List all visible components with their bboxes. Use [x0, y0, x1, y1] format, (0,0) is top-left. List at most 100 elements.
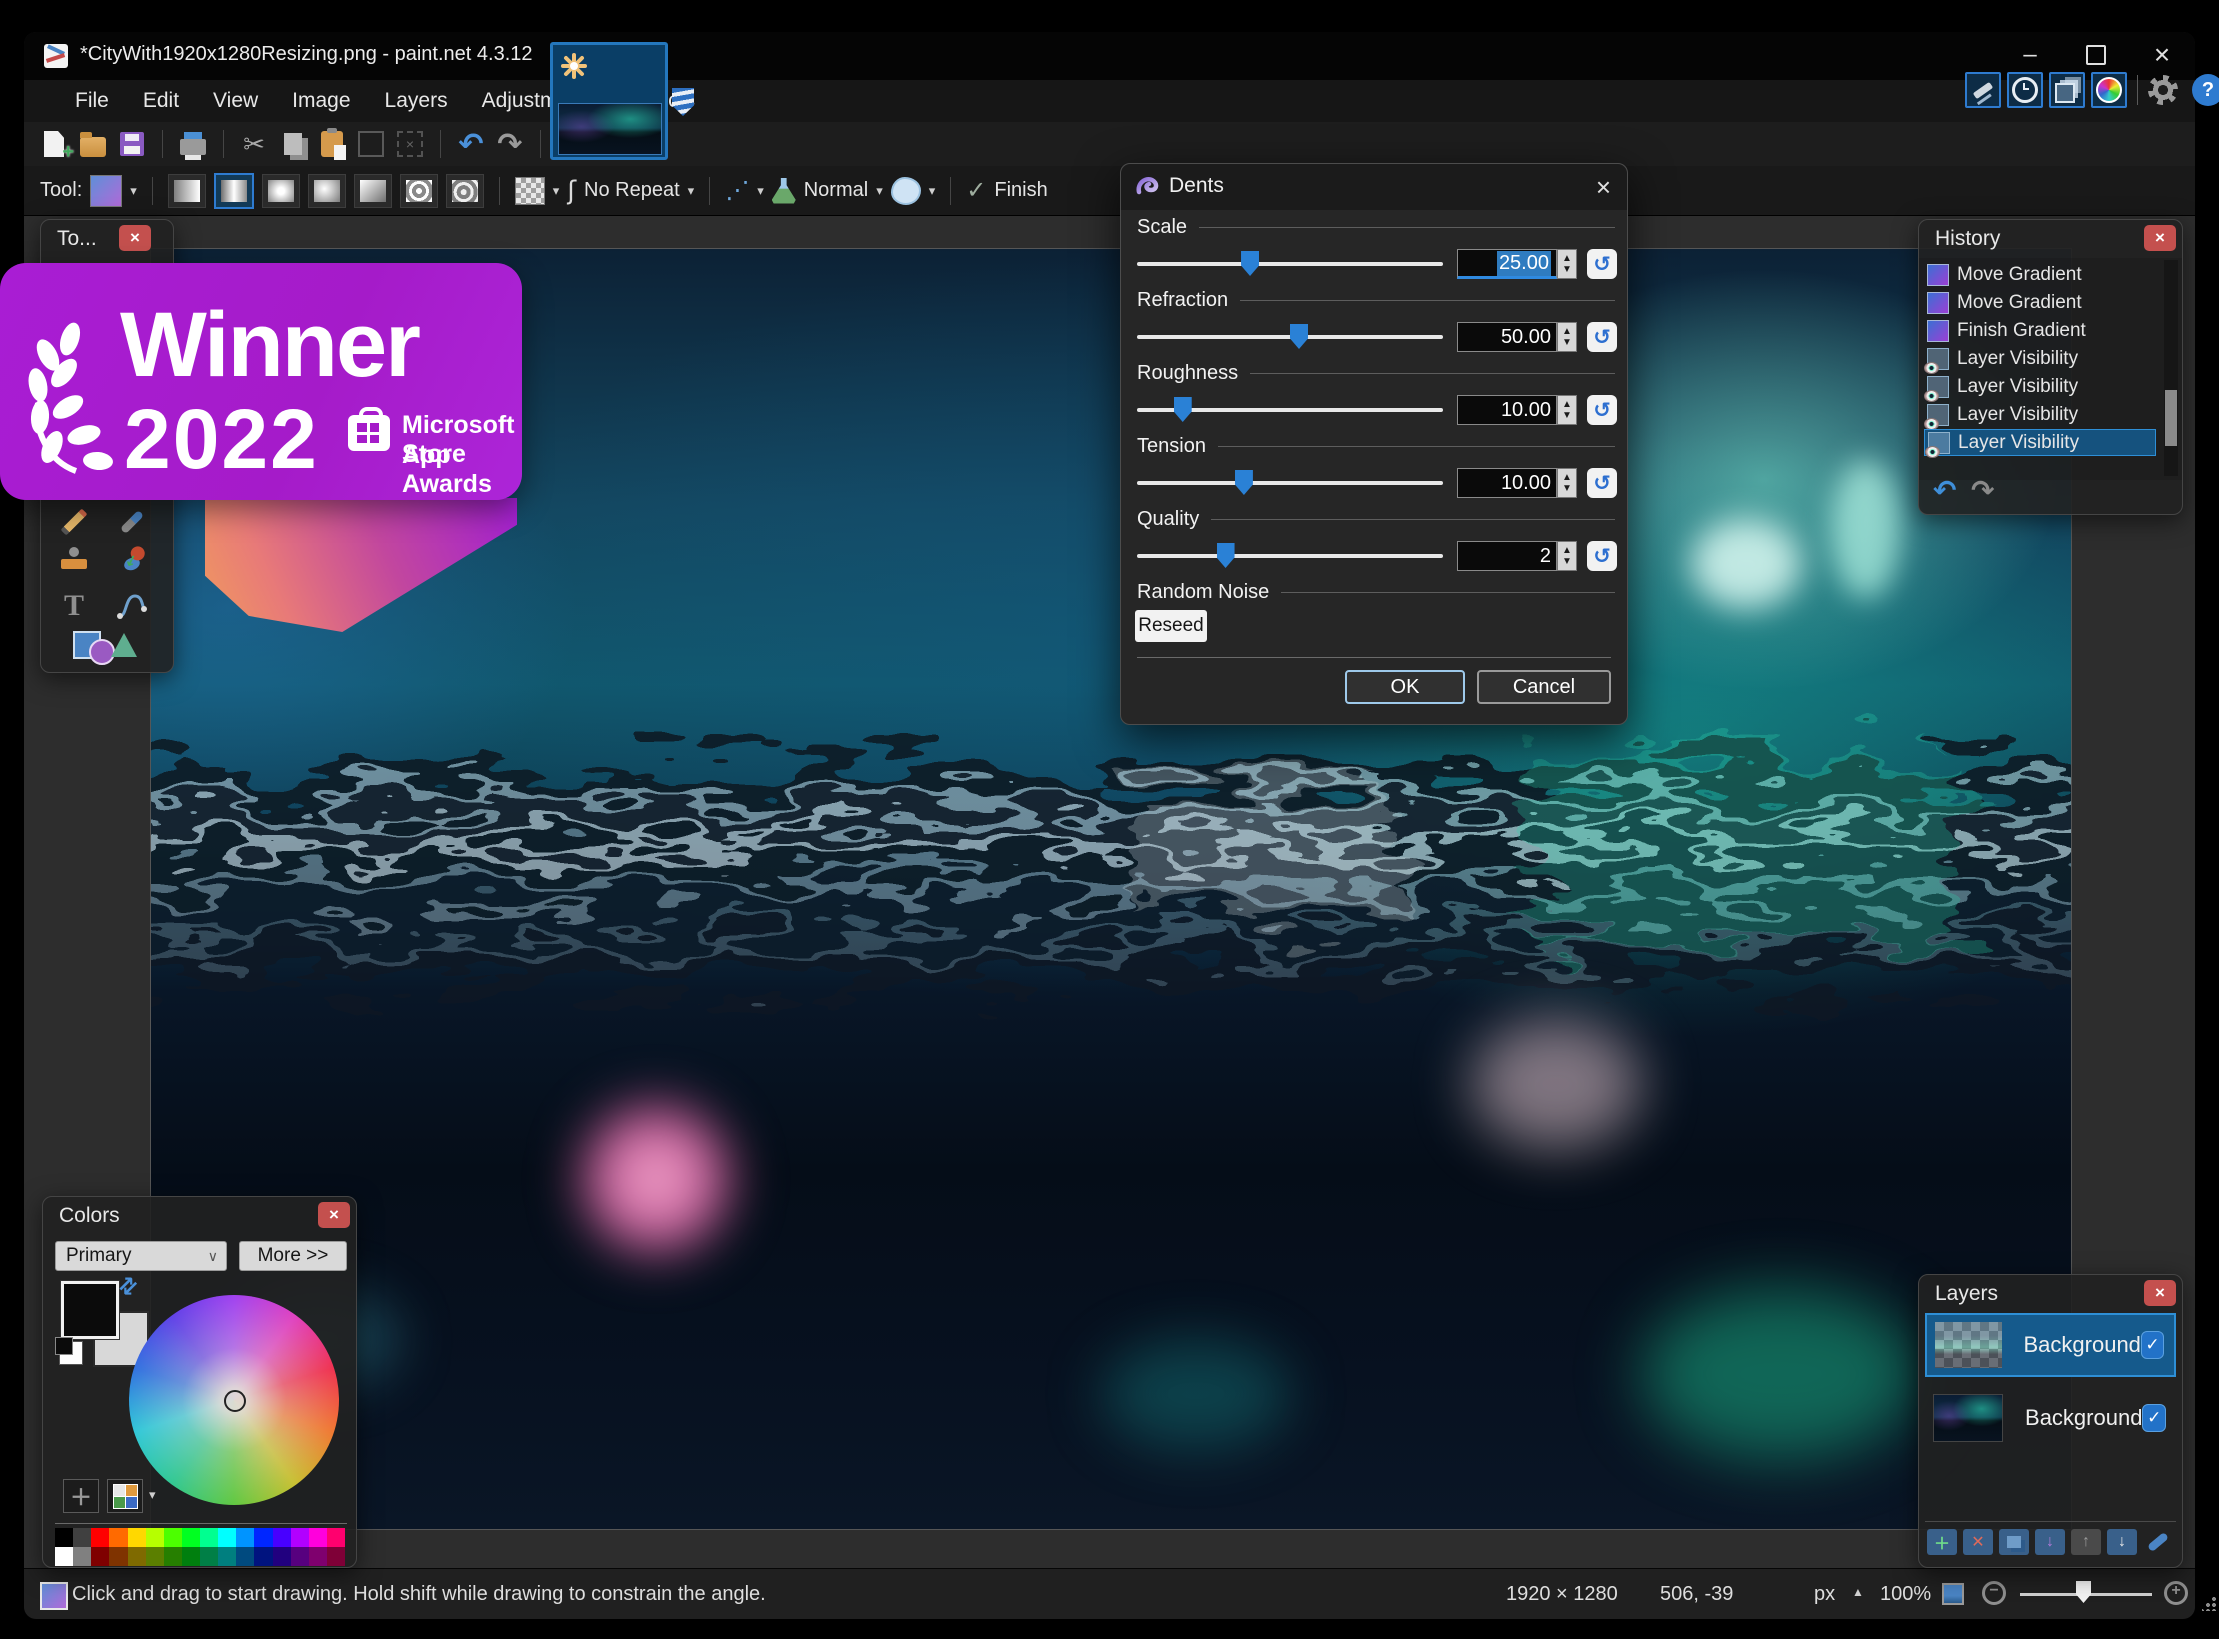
- menu-layers[interactable]: Layers: [368, 80, 465, 122]
- quality-slider-thumb[interactable]: [1217, 543, 1235, 568]
- reseed-button[interactable]: Reseed: [1135, 610, 1207, 642]
- colors-panel-close-icon[interactable]: ×: [318, 1202, 350, 1228]
- tool-clone-stamp[interactable]: [53, 546, 95, 582]
- tool-dropdown-icon[interactable]: ▾: [130, 183, 137, 199]
- repeat-dropdown-icon[interactable]: ▾: [688, 183, 695, 199]
- zoom-in-icon[interactable]: +: [2164, 1581, 2188, 1605]
- cut-icon[interactable]: ✂: [238, 128, 270, 160]
- palette-swatch[interactable]: [164, 1528, 182, 1547]
- palette-swatch[interactable]: [200, 1528, 218, 1547]
- layer-visible-checkbox[interactable]: ✓: [2142, 1404, 2166, 1432]
- tools-panel-close-icon[interactable]: ×: [119, 225, 151, 251]
- history-scrollbar-thumb[interactable]: [2165, 390, 2177, 446]
- roughness-value-input[interactable]: 10.00: [1457, 395, 1557, 425]
- gradient-spiral-ccw-button[interactable]: [446, 174, 484, 208]
- image-tab[interactable]: [550, 42, 668, 160]
- layer-visible-checkbox[interactable]: ✓: [2141, 1331, 2164, 1359]
- colors-toggle-button[interactable]: [2091, 72, 2127, 108]
- layer-row-bottom[interactable]: Background ✓: [1925, 1387, 2176, 1449]
- more-button[interactable]: More >>: [239, 1241, 347, 1271]
- default-colors-icon[interactable]: [59, 1341, 83, 1365]
- palette-swatch[interactable]: [146, 1547, 164, 1566]
- scale-value-input[interactable]: 25.00: [1457, 249, 1557, 279]
- history-item[interactable]: Finish Gradient: [1924, 317, 2152, 344]
- palette-swatch[interactable]: [309, 1528, 327, 1547]
- color-mode-select[interactable]: Primary ∨: [55, 1241, 227, 1271]
- palette-swatch[interactable]: [309, 1547, 327, 1566]
- color-wheel[interactable]: [129, 1295, 339, 1505]
- scale-slider[interactable]: [1137, 262, 1443, 266]
- open-icon[interactable]: [77, 128, 109, 160]
- tool-text[interactable]: T: [53, 588, 95, 624]
- palette-swatch[interactable]: [254, 1547, 272, 1566]
- unit-dropdown-icon[interactable]: ▲: [1852, 1585, 1864, 1599]
- tension-value-input[interactable]: 10.00: [1457, 468, 1557, 498]
- duplicate-layer-button[interactable]: [1999, 1529, 2029, 1555]
- repeat-mode-value[interactable]: No Repeat: [584, 179, 680, 202]
- palette-swatch[interactable]: [182, 1547, 200, 1566]
- deselect-icon[interactable]: ×: [394, 128, 426, 160]
- blend-mode-value[interactable]: Normal: [804, 179, 868, 202]
- gradient-reflected-button[interactable]: [214, 173, 254, 209]
- history-item[interactable]: Layer Visibility: [1924, 345, 2152, 372]
- selection-blob-icon[interactable]: [891, 177, 921, 205]
- tension-slider-thumb[interactable]: [1235, 470, 1253, 495]
- palette-swatch[interactable]: [91, 1547, 109, 1566]
- move-layer-down-button[interactable]: ↓: [2107, 1529, 2137, 1555]
- scale-slider-thumb[interactable]: [1241, 251, 1259, 276]
- palette-swatch[interactable]: [273, 1547, 291, 1566]
- palette-swatch[interactable]: [236, 1547, 254, 1566]
- scale-spinner[interactable]: ▲▼: [1557, 249, 1577, 279]
- history-item[interactable]: Move Gradient: [1924, 289, 2152, 316]
- layer-row-top[interactable]: Background ✓: [1925, 1313, 2176, 1377]
- palette-menu-button[interactable]: [107, 1479, 143, 1513]
- quality-slider[interactable]: [1137, 554, 1443, 558]
- quality-spinner[interactable]: ▲▼: [1557, 541, 1577, 571]
- gradient-tool-swatch[interactable]: [90, 175, 122, 207]
- gradient-linear-button[interactable]: [168, 174, 206, 208]
- finish-button[interactable]: Finish: [994, 179, 1047, 202]
- tension-spinner[interactable]: ▲▼: [1557, 468, 1577, 498]
- history-item[interactable]: Move Gradient: [1924, 261, 2152, 288]
- zoom-slider-thumb[interactable]: [2076, 1581, 2091, 1603]
- palette-swatch[interactable]: [73, 1528, 91, 1547]
- refraction-slider[interactable]: [1137, 335, 1443, 339]
- palette-swatch[interactable]: [327, 1547, 345, 1566]
- palette-swatch[interactable]: [55, 1528, 73, 1547]
- roughness-slider-thumb[interactable]: [1174, 397, 1192, 422]
- alpha-mode-icon[interactable]: [515, 177, 545, 205]
- palette-swatch[interactable]: [73, 1547, 91, 1566]
- antialias-dropdown-icon[interactable]: ▾: [757, 183, 764, 199]
- menu-edit[interactable]: Edit: [126, 80, 196, 122]
- palette-swatch[interactable]: [236, 1528, 254, 1547]
- dialog-close-icon[interactable]: ×: [1596, 172, 1611, 203]
- tension-reset-button[interactable]: ↺: [1587, 468, 1617, 498]
- tool-pencil[interactable]: [53, 504, 95, 540]
- palette-swatch[interactable]: [182, 1528, 200, 1547]
- palette-swatch[interactable]: [55, 1547, 73, 1566]
- palette-swatch[interactable]: [164, 1547, 182, 1566]
- roughness-slider[interactable]: [1137, 408, 1443, 412]
- paste-icon[interactable]: [316, 128, 348, 160]
- refraction-spinner[interactable]: ▲▼: [1557, 322, 1577, 352]
- palette-swatch[interactable]: [218, 1547, 236, 1566]
- palette-swatch[interactable]: [291, 1528, 309, 1547]
- history-undo-icon[interactable]: ↶: [1933, 474, 1956, 507]
- tool-line-curve[interactable]: [111, 588, 153, 624]
- wheel-selector-ring[interactable]: [224, 1390, 246, 1412]
- menu-view[interactable]: View: [196, 80, 275, 122]
- history-item[interactable]: Layer Visibility: [1924, 401, 2152, 428]
- zoom-fit-icon[interactable]: [1942, 1583, 1964, 1605]
- menu-image[interactable]: Image: [275, 80, 367, 122]
- save-icon[interactable]: [116, 128, 148, 160]
- roughness-reset-button[interactable]: ↺: [1587, 395, 1617, 425]
- gradient-cone-button[interactable]: [354, 174, 392, 208]
- layer-properties-button[interactable]: [2143, 1529, 2173, 1555]
- zoom-out-icon[interactable]: −: [1982, 1581, 2006, 1605]
- palette-swatch[interactable]: [200, 1547, 218, 1566]
- palette-swatch[interactable]: [109, 1547, 127, 1566]
- refraction-slider-thumb[interactable]: [1290, 324, 1308, 349]
- history-toggle-button[interactable]: [2007, 72, 2043, 108]
- move-layer-up-button[interactable]: ↑: [2071, 1529, 2101, 1555]
- settings-gear-icon[interactable]: [2148, 75, 2178, 105]
